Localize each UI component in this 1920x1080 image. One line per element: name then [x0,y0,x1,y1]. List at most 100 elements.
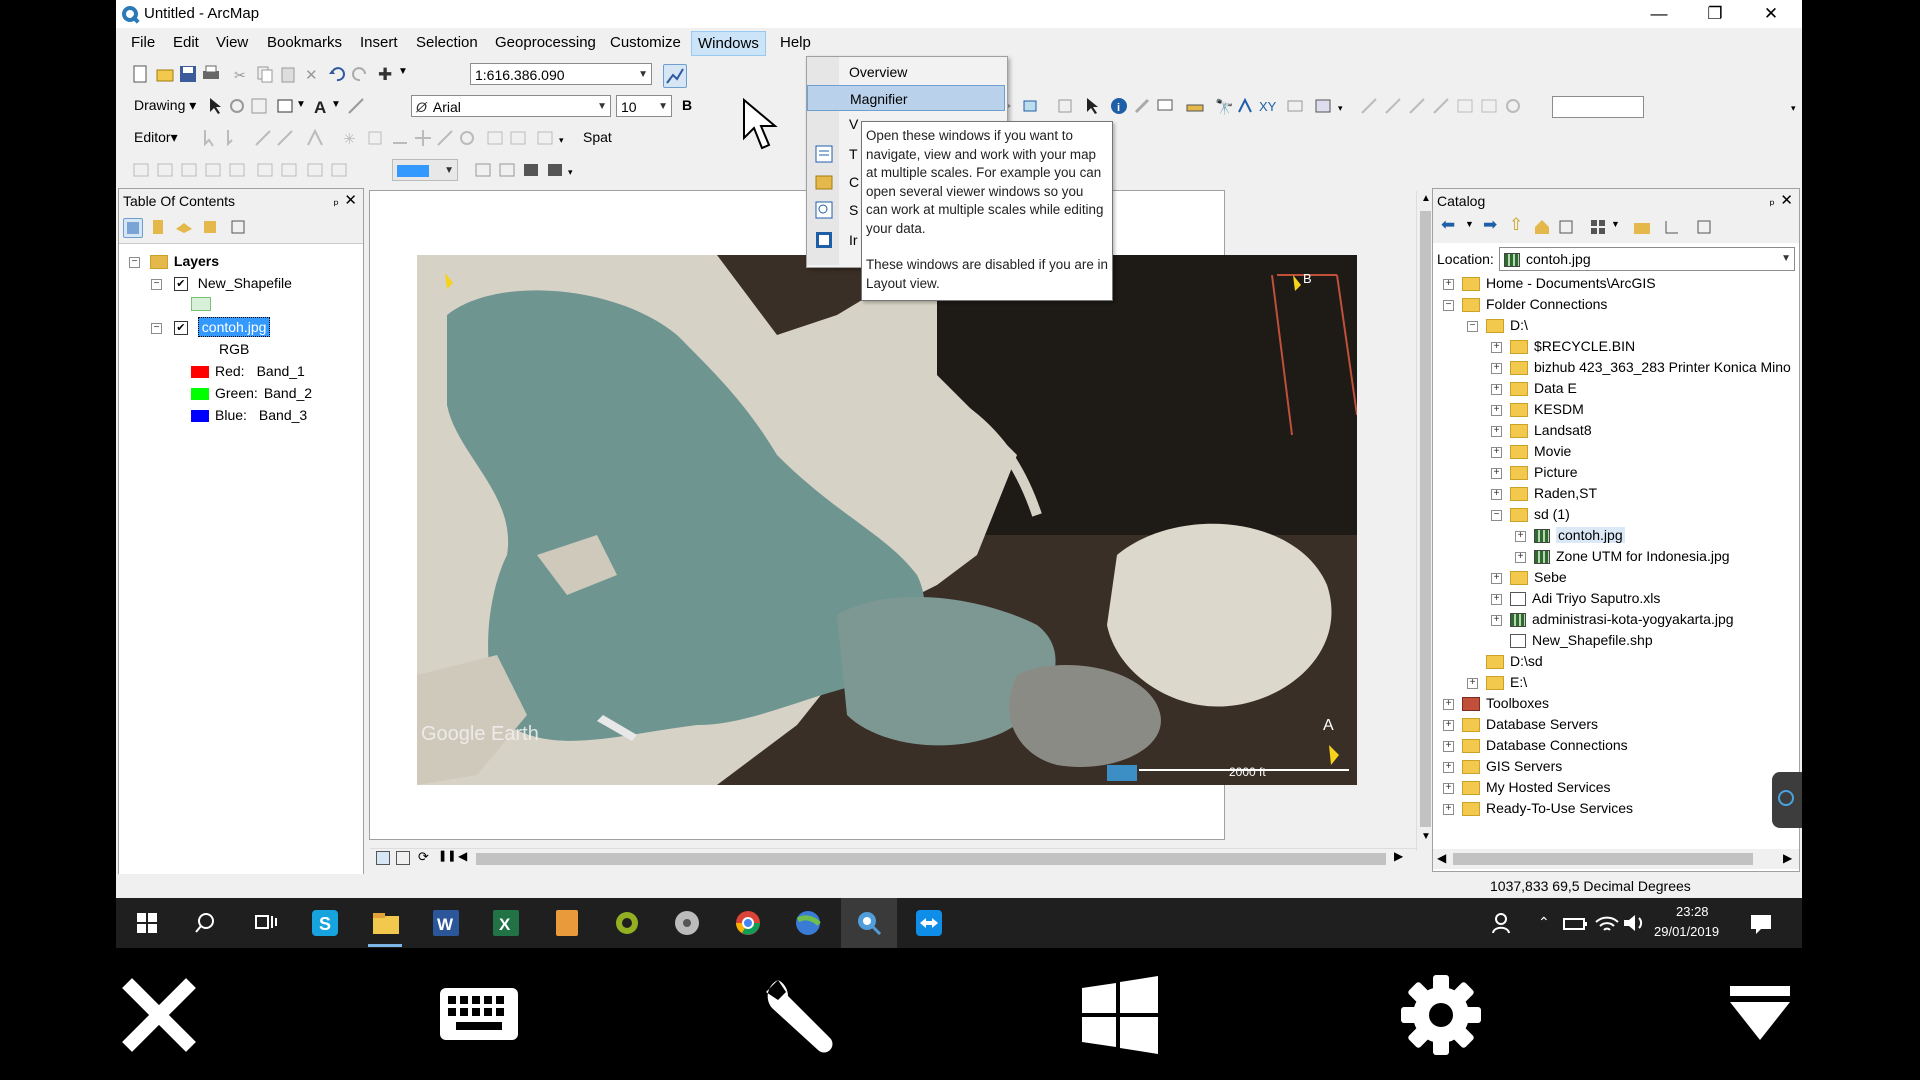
collapse-icon[interactable]: − [129,256,140,268]
polygon-symbol-swatch[interactable] [191,297,211,311]
satellite-image[interactable]: Google Earth 2000 ft B A [417,255,1357,785]
expand-icon[interactable]: + [1491,425,1502,437]
sublime-icon[interactable] [552,908,582,938]
restore-button[interactable]: ❐ [1692,2,1738,26]
delete-icon[interactable]: ✕ [302,65,320,83]
tool-a-icon[interactable] [132,161,150,179]
menu-windows[interactable]: Windows [691,31,766,56]
close-icon[interactable]: ✕ [1780,189,1793,213]
snapping-icon-2[interactable] [1384,97,1402,115]
edit-tool-icon[interactable] [201,129,219,147]
pin-icon[interactable]: ₚ [333,189,339,213]
font-name-combo[interactable]: Ø Arial ▼ [411,95,611,117]
connect-folder-icon[interactable] [1633,218,1651,236]
expand-icon[interactable]: + [1467,677,1478,689]
catalog-tree-item[interactable]: − D:\ [1467,317,1528,334]
menu-edit[interactable]: Edit [173,34,199,51]
toc-layer-contoh-jpg[interactable]: − ✔ contoh.jpg [151,317,271,337]
chrome-icon[interactable] [733,908,763,938]
catalog-horizontal-scrollbar[interactable]: ◀ ▶ [1433,849,1799,869]
expand-icon[interactable]: + [1491,467,1502,479]
menu-item-overview[interactable]: Overview [807,59,1005,85]
pause-drawing-icon[interactable]: ❚❚ [438,849,456,862]
tool-k-icon[interactable] [498,161,516,179]
tool-h-icon[interactable] [306,161,324,179]
clear-selection-icon[interactable] [1056,97,1074,115]
catalog-tree-item[interactable]: + Raden,ST [1491,485,1597,502]
layer-visibility-checkbox[interactable]: ✔ [173,277,188,292]
refresh-view-icon[interactable]: ⟳ [418,849,429,865]
straight-segment-icon[interactable] [254,129,272,147]
hyperlink-icon[interactable] [1133,97,1151,115]
windows-key-icon[interactable] [1080,976,1160,1054]
pin-icon[interactable]: ₚ [1769,189,1775,213]
paste-icon[interactable] [279,65,297,83]
menu-view[interactable]: View [216,34,248,51]
tool-d-icon[interactable] [204,161,222,179]
skype-icon[interactable]: S [310,908,340,938]
data-view-icon[interactable] [376,851,390,865]
catalog-tree-item[interactable]: + Data E [1491,380,1577,397]
catalog-tree-item[interactable]: + Database Connections [1443,737,1628,754]
snapping-icon-4[interactable] [1432,97,1450,115]
catalog-tree-item[interactable]: − Folder Connections [1443,296,1607,313]
expand-icon[interactable]: + [1491,341,1502,353]
time-slider-icon[interactable] [1286,97,1304,115]
scroll-up-icon[interactable]: ▲ [1421,193,1431,204]
close-icon[interactable]: ✕ [344,189,357,213]
midpoint-icon[interactable]: ✳ [341,129,359,147]
toolbar-overflow-icon[interactable]: ▾ [1791,103,1796,114]
catalog-tree-item[interactable]: + Movie [1491,443,1571,460]
catalog-tree-item[interactable]: + Ready-To-Use Services [1443,800,1633,817]
catalog-refresh-icon[interactable] [1557,218,1575,236]
clock-time[interactable]: 23:28 [1676,904,1709,919]
clock-date[interactable]: 29/01/2019 [1654,924,1719,939]
tool-j-icon[interactable] [474,161,492,179]
expand-icon[interactable]: + [1443,278,1454,290]
scroll-thumb[interactable] [1420,211,1431,827]
disc-app-icon[interactable] [672,908,702,938]
find-icon[interactable]: 🔭 [1214,97,1232,115]
redo-icon[interactable] [351,65,369,83]
expand-icon[interactable]: + [1443,698,1454,710]
select-features-icon[interactable] [1022,97,1040,115]
rectangle-dropdown-icon[interactable]: ▼ [296,99,306,110]
toolbar-overflow-icon[interactable]: ▾ [559,135,564,146]
collapse-icon[interactable]: − [1443,299,1454,311]
identify-icon[interactable]: i [1110,97,1128,115]
menu-item-magnifier[interactable]: Magnifier [807,85,1005,111]
catalog-tree-item[interactable]: D:\sd [1467,653,1543,670]
catalog-tree-item[interactable]: + Database Servers [1443,716,1598,733]
people-icon[interactable] [1488,908,1518,938]
catalog-tree-item[interactable]: + Landsat8 [1491,422,1592,439]
toc-layers-root[interactable]: − Layers [129,253,219,270]
scroll-left-icon[interactable]: ◀ [1437,851,1446,865]
scroll-right-icon[interactable]: ▶ [1783,851,1792,865]
open-folder-icon[interactable] [156,65,174,83]
catalog-tree-item[interactable]: + bizhub 423_363_283 Printer Konica Mino [1491,359,1791,376]
tool-c-icon[interactable] [180,161,198,179]
collapse-icon[interactable]: − [151,278,162,290]
back-icon[interactable]: ⬅ [1441,215,1455,235]
search-icon[interactable] [190,908,220,938]
battery-icon[interactable] [1560,908,1590,938]
catalog-tree-item[interactable]: New_Shapefile.shp [1491,632,1653,649]
forward-icon[interactable]: ➡ [1483,215,1497,235]
expand-icon[interactable]: + [1491,614,1502,626]
keyboard-icon[interactable] [438,986,520,1042]
start-icon[interactable] [132,908,162,938]
menu-geoprocessing[interactable]: Geoprocessing [495,34,596,51]
location-combo[interactable]: contoh.jpg ▼ [1499,247,1795,271]
catalog-tree-item[interactable]: + Zone UTM for Indonesia.jpg [1515,548,1730,565]
catalog-tree-item[interactable]: + KESDM [1491,401,1584,418]
tool-i-icon[interactable] [330,161,348,179]
close-session-icon[interactable] [122,978,196,1052]
scroll-right-icon[interactable]: ▶ [1394,849,1403,863]
up-one-level-icon[interactable]: ⇧ [1509,215,1523,235]
settings-gear-icon[interactable] [1400,974,1482,1056]
save-icon[interactable] [179,65,197,83]
trace-icon[interactable] [306,129,324,147]
select-elements-icon[interactable] [206,97,224,115]
tool-b-icon[interactable] [156,161,174,179]
collapse-icon[interactable]: − [1491,509,1502,521]
